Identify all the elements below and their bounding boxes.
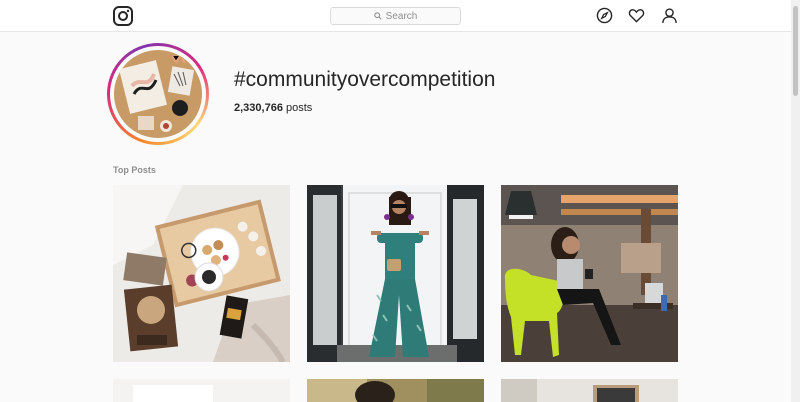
woman-yellow-chair-cafe-post[interactable] — [501, 185, 678, 362]
instagram-logo-icon[interactable] — [113, 6, 133, 26]
post-count-label: posts — [286, 102, 313, 114]
post-6[interactable] — [501, 379, 678, 402]
heart-icon[interactable] — [628, 7, 645, 24]
post-count: 2,330,766 posts — [234, 102, 312, 114]
flatlay-breakfast-tray-post[interactable] — [113, 185, 290, 362]
avatar-ring-gap — [110, 46, 206, 142]
search-input[interactable]: Search — [330, 7, 461, 25]
hashtag-avatar — [107, 43, 209, 145]
scrollbar-thumb[interactable] — [793, 6, 798, 96]
post-4[interactable] — [113, 379, 290, 402]
post-5[interactable] — [307, 379, 484, 402]
avatar-image — [114, 50, 202, 138]
top-navigation-bar: Search — [0, 0, 800, 32]
top-posts-label: Top Posts — [113, 165, 156, 175]
user-icon[interactable] — [661, 7, 678, 24]
search-placeholder: Search — [385, 10, 418, 22]
post-count-value: 2,330,766 — [234, 102, 283, 114]
compass-icon[interactable] — [596, 7, 613, 24]
page-scrollbar[interactable] — [791, 0, 800, 402]
search-icon — [373, 12, 382, 20]
woman-green-jumpsuit-door-post[interactable] — [307, 185, 484, 362]
hashtag-title: #communityovercompetition — [234, 68, 496, 91]
